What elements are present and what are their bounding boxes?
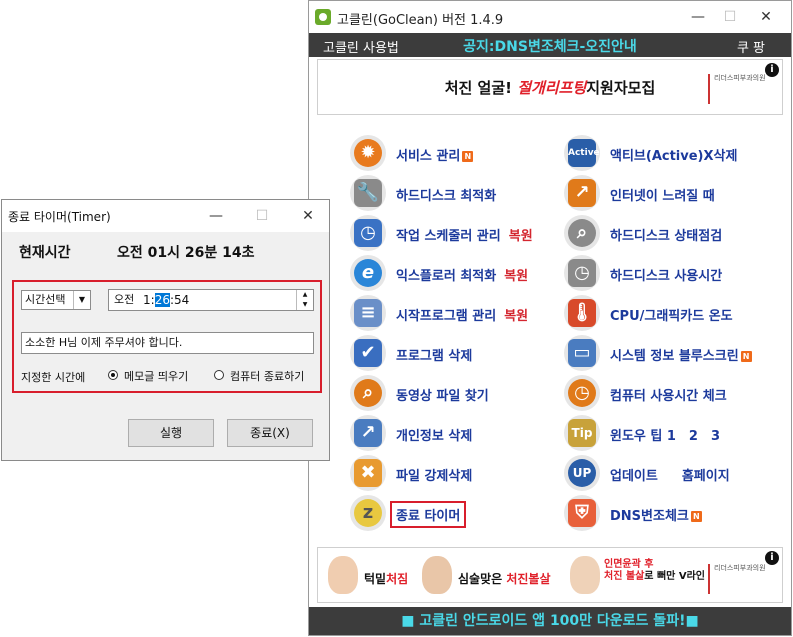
scheduler-icon: ◷: [350, 215, 386, 251]
spin-down-icon[interactable]: ▼: [297, 300, 313, 310]
activex-delete-item[interactable]: Active 액티브(Active)X삭제: [564, 135, 793, 173]
restore-link: 복원: [508, 229, 533, 244]
file-force-delete-icon: ✖: [350, 455, 386, 491]
internet-slow-item[interactable]: ↗ 인터넷이 느려질 때: [564, 175, 793, 213]
coupang-link[interactable]: 쿠 팡: [737, 37, 765, 56]
timer-dialog: 종료 타이머(Timer) — ☐ ✕ 현재시간 오전 01시 26분 14초 …: [1, 199, 330, 461]
run-button[interactable]: 실행: [128, 419, 214, 447]
dns-check-item[interactable]: ⛨ DNS변조체크 N: [564, 495, 793, 533]
activex-icon: Active: [564, 135, 600, 171]
privacy-delete-icon: ↗: [350, 415, 386, 451]
system-info-item[interactable]: ▭ 시스템 정보 블루스크린 N: [564, 335, 793, 373]
homepage-link: 홈페이지: [681, 469, 730, 484]
disk-time-icon: ◷: [564, 255, 600, 291]
temperature-item[interactable]: 🌡 CPU/그래픽카드 온도: [564, 295, 793, 333]
restore-link: 복원: [504, 309, 529, 324]
radio-show-memo[interactable]: [108, 370, 118, 380]
disk-check-icon: ⌕: [564, 215, 600, 251]
disk-time-item[interactable]: ◷ 하드디스크 사용시간: [564, 255, 793, 293]
face-image-2: [422, 556, 452, 594]
program-delete-item[interactable]: ✔ 프로그램 삭제: [350, 335, 580, 373]
main-window-title: 고클린(GoClean) 버전 1.4.9: [337, 13, 504, 28]
new-badge: N: [690, 511, 702, 522]
program-delete-icon: ✔: [350, 335, 386, 371]
minimize-button[interactable]: —: [681, 6, 715, 28]
at-time-label: 지정한 시간에: [21, 371, 86, 384]
update-icon: UP: [564, 455, 600, 491]
ad-info-icon[interactable]: i: [765, 551, 779, 565]
radio-shutdown-label[interactable]: 컴퓨터 종료하기: [230, 368, 304, 384]
goclean-usage-link[interactable]: 고클린 사용법: [323, 37, 399, 56]
task-scheduler-item[interactable]: ◷ 작업 스케줄러 관리 복원: [350, 215, 580, 253]
main-title-bar[interactable]: 고클린(GoClean) 버전 1.4.9 — ☐ ✕: [309, 1, 791, 33]
radio-show-memo-label[interactable]: 메모글 띄우기: [124, 368, 188, 384]
menu-bar: 공지:DNS변조체크-오진안내 고클린 사용법 쿠 팡: [309, 33, 791, 57]
face-image-3: [570, 556, 600, 594]
face-image-1: [328, 556, 358, 594]
current-time-label: 현재시간: [19, 245, 71, 261]
radio-shutdown[interactable]: [214, 370, 224, 380]
timer-maximize-button[interactable]: ☐: [248, 206, 276, 226]
new-badge: N: [740, 351, 752, 362]
current-time-value: 오전 01시 26분 14초: [117, 245, 255, 261]
windows-tip-icon: Tip: [564, 415, 600, 451]
exit-button[interactable]: 종료(X): [227, 419, 313, 447]
time-picker[interactable]: 오전 1:26:54 ▲ ▼: [108, 289, 314, 311]
timer-settings-group: 시간선택 ▼ 오전 1:26:54 ▲ ▼ 소소한 H님 이제 주무셔야 합니다…: [12, 280, 322, 393]
service-manage-item[interactable]: ✹ 서비스 관리 N: [350, 135, 580, 173]
footer-notice[interactable]: ■ 고클린 안드로이드 앱 100만 다운로드 돌파!■: [309, 607, 791, 635]
maximize-button[interactable]: ☐: [713, 6, 747, 28]
ie-icon: e: [350, 255, 386, 291]
disk-optimize-item[interactable]: 🔧 하드디스크 최적화: [350, 175, 580, 213]
privacy-delete-item[interactable]: ↗ 개인정보 삭제: [350, 415, 580, 453]
top-ad-banner[interactable]: 처진 얼굴! 절개리프팅지원자모집 리더스피부과의원 i: [317, 59, 783, 115]
timer-bulb-icon: z: [350, 495, 386, 531]
minute-selected: 26: [154, 293, 170, 307]
close-button[interactable]: ✕: [749, 6, 783, 28]
timer-minimize-button[interactable]: —: [202, 206, 230, 226]
bottom-ad-banner[interactable]: 턱밑처짐 심술맞은 처진볼살 인면윤곽 후 처진 볼살로 뻐만 V라인 리더스피…: [317, 547, 783, 603]
time-select-dropdown[interactable]: 시간선택 ▼: [21, 290, 91, 310]
time-spinner[interactable]: ▲ ▼: [296, 290, 313, 310]
restore-link: 복원: [504, 269, 529, 284]
windows-tip-item[interactable]: Tip 윈도우 팁 1 2 3: [564, 415, 793, 453]
ad-info-icon[interactable]: i: [765, 63, 779, 77]
video-search-item[interactable]: ⌕ 동영상 파일 찾기: [350, 375, 580, 413]
clinic-logo: 리더스피부과의원: [708, 74, 772, 104]
goclean-app-icon: [315, 9, 331, 25]
system-info-icon: ▭: [564, 335, 600, 371]
dns-shield-icon: ⛨: [564, 495, 600, 531]
clinic-logo: 리더스피부과의원: [708, 564, 772, 594]
update-item[interactable]: UP 업데이트 홈페이지: [564, 455, 793, 493]
memo-input[interactable]: 소소한 H님 이제 주무셔야 합니다.: [21, 332, 314, 354]
internet-slow-icon: ↗: [564, 175, 600, 211]
shutdown-timer-item[interactable]: z 종료 타이머: [350, 495, 580, 533]
usage-time-item[interactable]: ◷ 컴퓨터 사용시간 체크: [564, 375, 793, 413]
timer-close-button[interactable]: ✕: [294, 206, 322, 226]
usage-time-icon: ◷: [564, 375, 600, 411]
temperature-icon: 🌡: [564, 295, 600, 331]
gear-icon: ✹: [350, 135, 386, 171]
feature-grid: ✹ 서비스 관리 N 🔧 하드디스크 최적화 ◷ 작업 스케줄러 관리 복원 e 익…: [309, 125, 791, 535]
disk-wrench-icon: 🔧: [350, 175, 386, 211]
spin-up-icon[interactable]: ▲: [297, 290, 313, 300]
ie-optimize-item[interactable]: e 익스플로러 최적화 복원: [350, 255, 580, 293]
startup-program-item[interactable]: ≡ 시작프로그램 관리 복원: [350, 295, 580, 333]
timer-title: 종료 타이머(Timer): [8, 210, 111, 224]
timer-title-bar[interactable]: 종료 타이머(Timer) — ☐ ✕: [2, 200, 329, 232]
video-search-icon: ⌕: [350, 375, 386, 411]
chevron-down-icon[interactable]: ▼: [73, 291, 90, 309]
file-force-delete-item[interactable]: ✖ 파일 강제삭제: [350, 455, 580, 493]
startup-doc-icon: ≡: [350, 295, 386, 331]
new-badge: N: [462, 151, 474, 162]
disk-check-item[interactable]: ⌕ 하드디스크 상태점검: [564, 215, 793, 253]
goclean-main-window: 고클린(GoClean) 버전 1.4.9 — ☐ ✕ 공지:DNS변조체크-오…: [308, 0, 792, 636]
